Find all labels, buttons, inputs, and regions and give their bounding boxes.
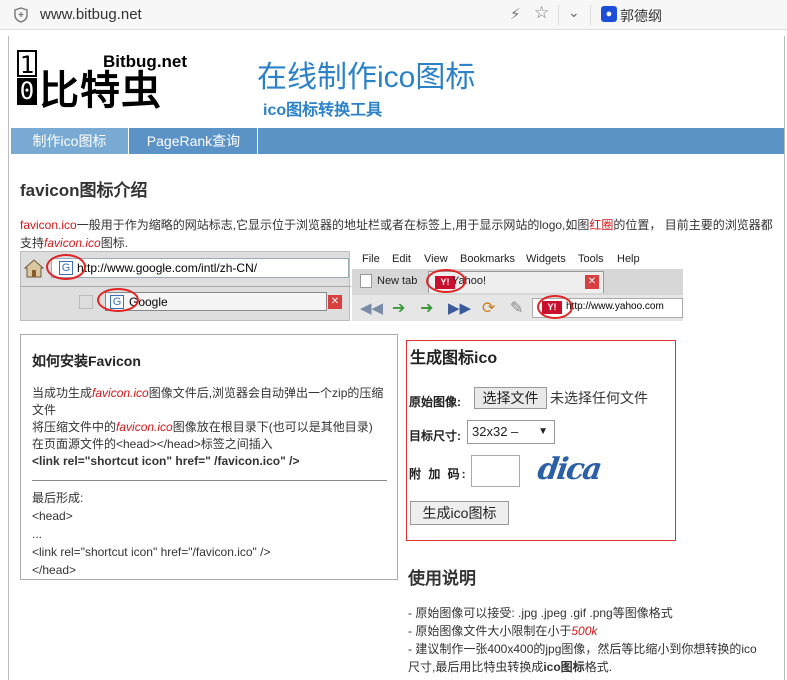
ff-tabbar: New tab Y! Yahoo! ✕ (352, 269, 683, 295)
nav-item-make-ico[interactable]: 制作ico图标 (11, 128, 129, 154)
forward-icon: ▶▶ (448, 300, 472, 317)
ff-url-text: http://www.yahoo.com (566, 301, 664, 312)
back-icon: ◀◀ (360, 300, 384, 317)
close-icon: ✕ (328, 295, 342, 309)
chevron-down-icon[interactable]: ⌄ (568, 4, 580, 21)
logo-digit-one: 1 (17, 50, 37, 79)
install-line4: <link rel="shortcut icon" href=" /favico… (32, 454, 300, 468)
install-line2-b: 图像放在根目录下(也可以是其他目录) (172, 420, 373, 434)
highlight-circle (426, 269, 466, 293)
ff-navbar: ◀◀ ➔ ➜ ▶▶ ⟳ ✎ Y! http://www.yahoo.com (352, 295, 683, 321)
logo-digits: 1 0 (17, 50, 37, 106)
code-line: ... (32, 527, 43, 541)
verification-code-input[interactable] (471, 455, 520, 487)
install-divider (32, 480, 387, 481)
source-label: 原始图像: (409, 395, 461, 409)
ie-illustration: G http://www.google.com/intl/zh-CN/ G Go… (20, 251, 351, 321)
usage-item: - 建议制作一张400x400的jpg图像，然后等比缩小到你想转换的ico尺寸,… (408, 640, 768, 676)
address-bar[interactable]: www.bitbug.net (40, 6, 142, 23)
size-label: 目标尺寸: (409, 429, 461, 443)
browser-illustration: G http://www.google.com/intl/zh-CN/ G Go… (20, 251, 683, 321)
choose-file-button[interactable]: 选择文件 (474, 387, 547, 409)
install-heading: 如何安装Favicon (32, 353, 141, 369)
highlight-circle (537, 295, 573, 319)
install-line3: 在页面源文件的<head></head>标签之间插入 (32, 437, 273, 451)
generate-ico-button[interactable]: 生成ico图标 (410, 501, 509, 525)
usage-item2-a: - 原始图像文件大小限制在小于 (408, 624, 572, 638)
intro-heading: favicon图标介绍 (20, 181, 148, 200)
usage-heading: 使用说明 (408, 569, 476, 588)
ff-menu-item: Bookmarks (460, 253, 516, 265)
reload-icon: ⟳ (482, 300, 496, 317)
code-line: <link rel="shortcut icon" href="/favicon… (32, 545, 271, 559)
ff-menubar: File Edit View Bookmarks Widgets Tools H… (352, 251, 683, 269)
intro-text-c: 图标. (100, 236, 129, 250)
logo-digit-zero: 0 (17, 78, 37, 105)
ie-divider (21, 286, 351, 287)
usage-item: - 原始图像可以接受: .jpg .jpeg .gif .png等图像格式 (408, 606, 673, 620)
install-line1-a: 当成功生成 (32, 386, 93, 400)
usage-item3-b: ico图标 (543, 660, 585, 674)
ff-menu-item: Help (617, 253, 640, 265)
arrow-left-icon: ➔ (392, 300, 406, 317)
firefox-illustration: File Edit View Bookmarks Widgets Tools H… (352, 251, 683, 321)
lightning-icon[interactable]: ⚡︎ (510, 5, 521, 23)
site-title: 在线制作ico图标 (257, 61, 476, 94)
page-content: 1 0 Bitbug.net 比特虫 在线制作ico图标 ico图标转换工具 制… (8, 36, 785, 680)
intro-lead: favicon.ico (20, 218, 77, 232)
baidu-paw-icon: ● (601, 6, 617, 22)
ie-tab-close-icon (79, 295, 93, 309)
logo-text-cn: 比特虫 (39, 69, 162, 113)
nav-item-pagerank[interactable]: PageRank查询 (130, 128, 258, 154)
usage-item: - 原始图像文件大小限制在小于500k (408, 622, 768, 640)
ff-menu-item: Edit (392, 253, 411, 265)
toolbar-divider (590, 5, 591, 25)
shield-icon[interactable] (14, 7, 28, 23)
code-line: <head> (32, 509, 73, 523)
star-icon[interactable]: ☆ (534, 3, 549, 23)
ff-menu-item: Tools (578, 253, 604, 265)
ff-tab-newtab: New tab (377, 275, 418, 287)
usage-item3-c: 格式. (584, 660, 613, 674)
code-label: 附 加 码: (409, 467, 468, 481)
generator-heading: 生成图标ico (410, 350, 498, 367)
install-line1-em: favicon.ico (92, 386, 149, 400)
intro-text-em: favicon.ico (44, 236, 101, 250)
bookmark-link[interactable]: 郭德纲 (620, 6, 662, 26)
intro-text-a: 一般用于作为缩略的网站标志,它显示位于浏览器的地址栏或者在标签上,用于显示网站的… (76, 218, 590, 232)
usage-item2-em: 500k (571, 624, 598, 638)
code-line: </head> (32, 563, 77, 577)
size-select-value: 32x32 – (472, 424, 519, 439)
page-icon (360, 274, 372, 288)
usage-list: - 原始图像可以接受: .jpg .jpeg .gif .png等图像格式 - … (408, 604, 768, 676)
site-subtitle: ico图标转换工具 (263, 102, 383, 119)
captcha-image: dica (535, 452, 603, 487)
install-code: 最后形成: <head> ... <link rel="shortcut ico… (32, 489, 271, 579)
ie-url-text: http://www.google.com/intl/zh-CN/ (77, 261, 258, 275)
ico-generator-form: 生成图标ico 原始图像: 选择文件 未选择任何文件 目标尺寸: 32x32 –… (406, 340, 676, 541)
install-favicon-box: 如何安装Favicon 当成功生成favicon.ico图像文件后,浏览器会自动… (20, 334, 398, 580)
intro-text-red: 红圈 (589, 218, 614, 232)
install-line2-a: 将压缩文件中的 (32, 420, 117, 434)
code-title: 最后形成: (32, 491, 84, 505)
install-line2-em: favicon.ico (116, 420, 173, 434)
pen-icon: ✎ (510, 300, 524, 317)
highlight-circle (46, 254, 86, 280)
close-icon: ✕ (585, 275, 599, 289)
size-select[interactable]: 32x32 – ▼ (467, 420, 555, 444)
main-nav: 制作ico图标 PageRank查询 (11, 128, 784, 154)
ff-menu-item: File (362, 253, 380, 265)
caret-down-icon: ▼ (538, 426, 548, 437)
intro-paragraph: favicon.ico一般用于作为缩略的网站标志,它显示位于浏览器的地址栏或者在… (20, 216, 780, 252)
install-steps: 当成功生成favicon.ico图像文件后,浏览器会自动弹出一个zip的压缩文件… (32, 385, 392, 470)
file-state-text: 未选择任何文件 (550, 390, 648, 406)
ff-menu-item: View (424, 253, 448, 265)
browser-toolbar: www.bitbug.net ⚡︎ ☆ ⌄ ● 郭德纲 (0, 0, 787, 30)
home-icon (23, 259, 45, 278)
toolbar-divider (558, 5, 559, 25)
ff-menu-item: Widgets (526, 253, 566, 265)
arrow-right-icon: ➜ (420, 300, 434, 317)
highlight-circle (97, 288, 139, 312)
